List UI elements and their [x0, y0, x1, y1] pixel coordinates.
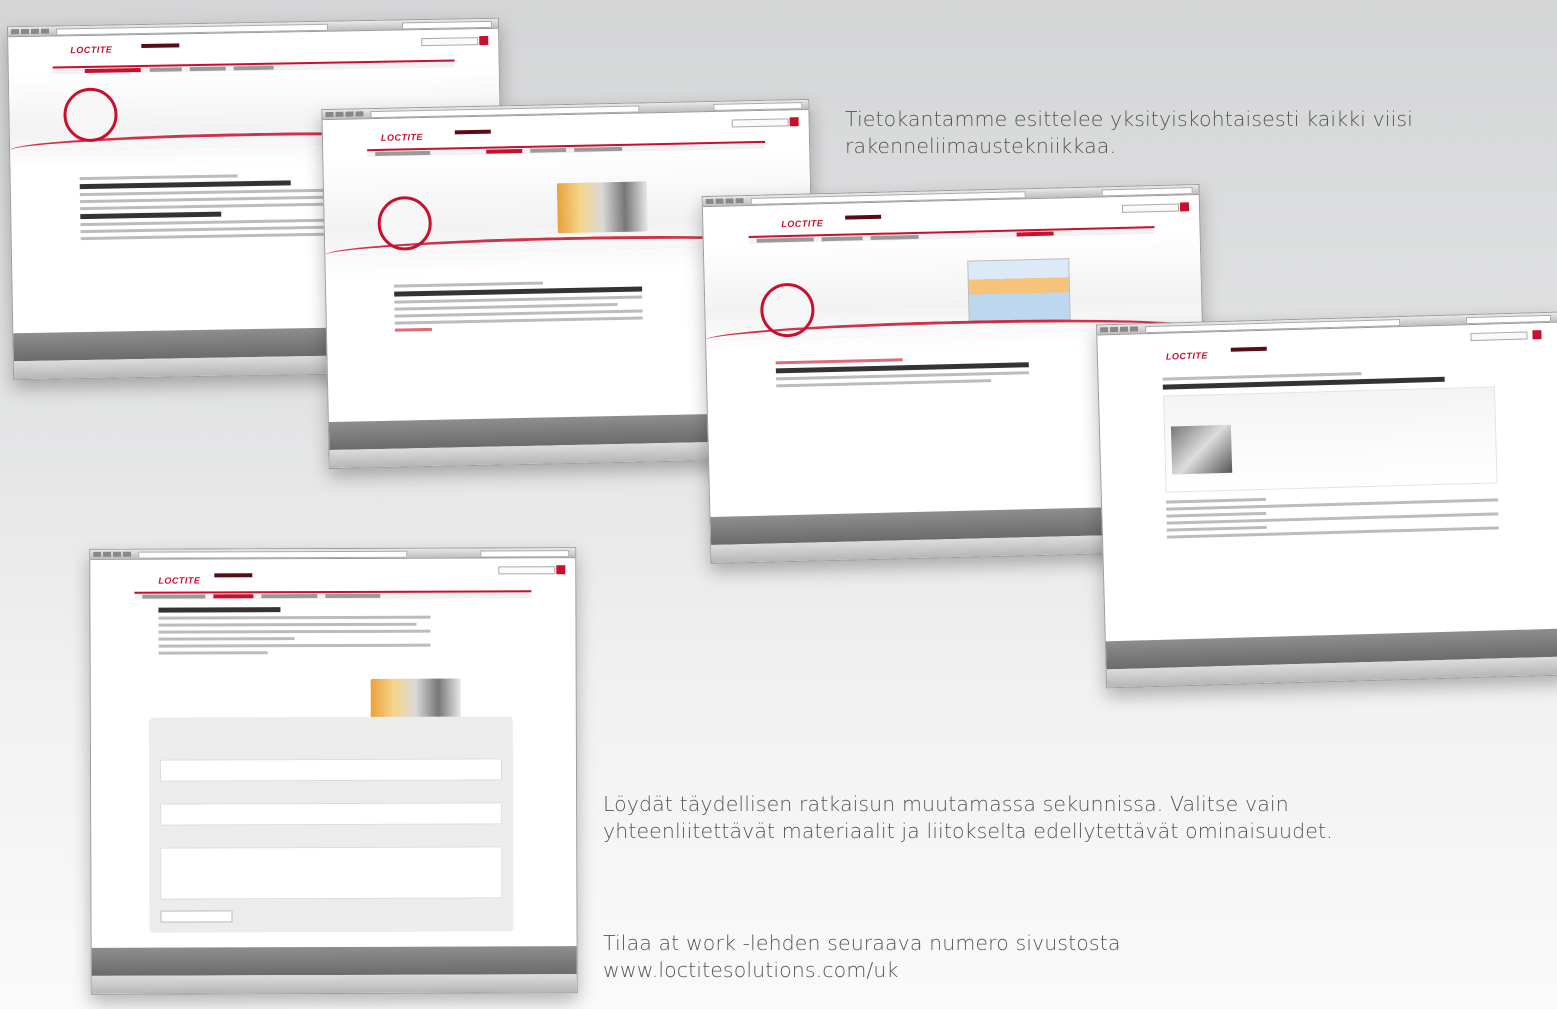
- search-button-icon: [1179, 202, 1190, 212]
- henkel-tag-icon: [454, 129, 491, 135]
- site-search-input: [1470, 331, 1528, 342]
- search-submit-button: [160, 910, 233, 923]
- henkel-tag-icon: [845, 214, 882, 220]
- product-heading: [1162, 368, 1494, 390]
- search-button-icon: [479, 35, 489, 46]
- henkel-tag-icon: [1230, 346, 1267, 352]
- article-text: [776, 355, 1030, 388]
- adhesive-products-image: [557, 181, 649, 234]
- properties-field: [160, 846, 503, 900]
- product-card: [1163, 386, 1498, 493]
- solution-form-panel: [149, 716, 514, 933]
- screenshot-product-detail-page: LOCTITE: [1096, 311, 1557, 689]
- product-rows: [1166, 491, 1499, 539]
- selector-chart-image: [967, 258, 1071, 323]
- search-button-icon: [1532, 330, 1542, 340]
- loctite-logo: LOCTITE: [1165, 350, 1209, 362]
- henkel-tag-icon: [214, 573, 253, 578]
- material-1-field: [160, 758, 503, 782]
- site-search-input: [731, 118, 789, 128]
- form-intro-text: [158, 607, 431, 655]
- loctite-logo: LOCTITE: [781, 218, 824, 230]
- search-button-icon: [556, 565, 566, 575]
- hero-badge-icon: [62, 87, 118, 143]
- henkel-tag-icon: [141, 43, 180, 48]
- product-image: [1171, 424, 1233, 475]
- site-search-input: [498, 566, 556, 575]
- material-2-field: [160, 802, 503, 826]
- search-button-icon: [789, 117, 799, 127]
- caption-subscribe: Tilaa at work -lehden seuraava numero si…: [603, 931, 1121, 982]
- article-text: [394, 279, 643, 332]
- screenshot-solution-finder-form: LOCTITE: [89, 547, 578, 995]
- site-search-input: [421, 37, 479, 47]
- loctite-logo: LOCTITE: [158, 575, 201, 586]
- site-search-input: [1121, 203, 1180, 213]
- loctite-logo: LOCTITE: [380, 132, 423, 143]
- caption-database: Tietokantamme esittelee yksityiskohtaise…: [845, 107, 1413, 158]
- site-header: LOCTITE: [90, 558, 575, 592]
- site-nav: [134, 590, 532, 600]
- loctite-logo: LOCTITE: [70, 44, 113, 56]
- caption-solution: Löydät täydellisen ratkaisun muutamassa …: [603, 792, 1333, 843]
- site-footer: [91, 946, 577, 976]
